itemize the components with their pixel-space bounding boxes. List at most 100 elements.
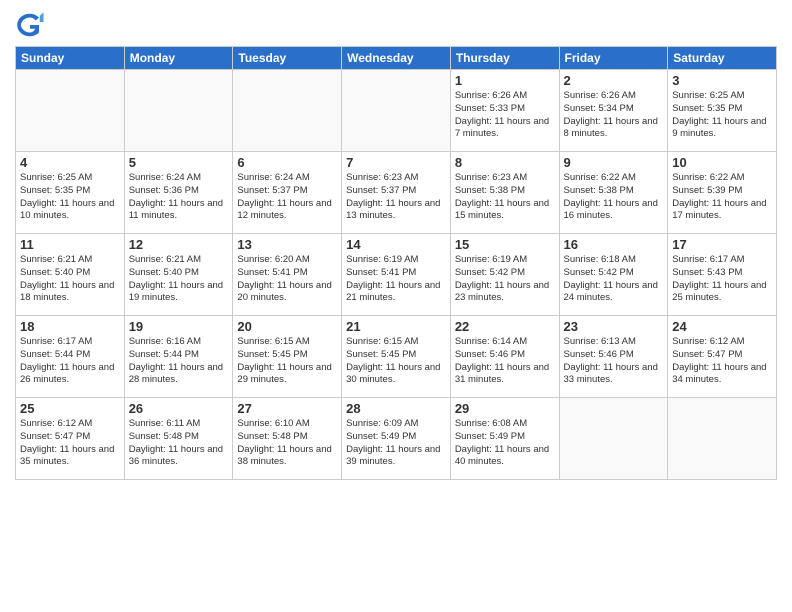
day-number: 1 — [455, 73, 555, 88]
day-number: 19 — [129, 319, 229, 334]
day-number: 5 — [129, 155, 229, 170]
week-row-3: 11 Sunrise: 6:21 AM Sunset: 5:40 PM Dayli… — [16, 234, 777, 316]
day-header-monday: Monday — [124, 47, 233, 70]
day-number: 9 — [564, 155, 664, 170]
calendar-cell: 26 Sunrise: 6:11 AM Sunset: 5:48 PM Dayli… — [124, 398, 233, 480]
calendar-cell: 7 Sunrise: 6:23 AM Sunset: 5:37 PM Daylig… — [342, 152, 451, 234]
day-info: Sunrise: 6:08 AM Sunset: 5:49 PM Dayligh… — [455, 418, 555, 469]
day-info: Sunrise: 6:09 AM Sunset: 5:49 PM Dayligh… — [346, 418, 446, 469]
calendar-cell: 27 Sunrise: 6:10 AM Sunset: 5:48 PM Dayli… — [233, 398, 342, 480]
day-info: Sunrise: 6:24 AM Sunset: 5:36 PM Dayligh… — [129, 172, 229, 223]
calendar-cell: 24 Sunrise: 6:12 AM Sunset: 5:47 PM Dayli… — [668, 316, 777, 398]
calendar-cell — [559, 398, 668, 480]
day-number: 17 — [672, 237, 772, 252]
calendar-cell — [342, 70, 451, 152]
day-info: Sunrise: 6:15 AM Sunset: 5:45 PM Dayligh… — [346, 336, 446, 387]
day-info: Sunrise: 6:13 AM Sunset: 5:46 PM Dayligh… — [564, 336, 664, 387]
day-info: Sunrise: 6:19 AM Sunset: 5:41 PM Dayligh… — [346, 254, 446, 305]
logo — [15, 10, 49, 40]
calendar-cell: 14Sunrise: 6:19 AM Sunset: 5:41 PM Dayli… — [342, 234, 451, 316]
calendar-cell — [233, 70, 342, 152]
calendar-cell: 4Sunrise: 6:25 AM Sunset: 5:35 PM Daylig… — [16, 152, 125, 234]
week-row-5: 25 Sunrise: 6:12 AM Sunset: 5:47 PM Dayli… — [16, 398, 777, 480]
day-number: 18 — [20, 319, 120, 334]
day-number: 12 — [129, 237, 229, 252]
calendar-cell: 16 Sunrise: 6:18 AM Sunset: 5:42 PM Dayli… — [559, 234, 668, 316]
day-info: Sunrise: 6:14 AM Sunset: 5:46 PM Dayligh… — [455, 336, 555, 387]
day-number: 24 — [672, 319, 772, 334]
day-info: Sunrise: 6:21 AM Sunset: 5:40 PM Dayligh… — [129, 254, 229, 305]
calendar-cell: 1 Sunrise: 6:26 AM Sunset: 5:33 PM Daylig… — [450, 70, 559, 152]
day-info: Sunrise: 6:19 AM Sunset: 5:42 PM Dayligh… — [455, 254, 555, 305]
day-number: 23 — [564, 319, 664, 334]
day-number: 13 — [237, 237, 337, 252]
day-info: Sunrise: 6:23 AM Sunset: 5:37 PM Dayligh… — [346, 172, 446, 223]
day-info: Sunrise: 6:25 AM Sunset: 5:35 PM Dayligh… — [672, 90, 772, 141]
day-number: 4 — [20, 155, 120, 170]
logo-icon — [15, 10, 45, 40]
calendar-cell: 8 Sunrise: 6:23 AM Sunset: 5:38 PM Daylig… — [450, 152, 559, 234]
day-number: 15 — [455, 237, 555, 252]
day-info: Sunrise: 6:16 AM Sunset: 5:44 PM Dayligh… — [129, 336, 229, 387]
calendar-cell: 9Sunrise: 6:22 AM Sunset: 5:38 PM Daylig… — [559, 152, 668, 234]
calendar-cell — [16, 70, 125, 152]
calendar-cell: 17 Sunrise: 6:17 AM Sunset: 5:43 PM Dayli… — [668, 234, 777, 316]
calendar-header-row: SundayMondayTuesdayWednesdayThursdayFrid… — [16, 47, 777, 70]
day-info: Sunrise: 6:17 AM Sunset: 5:44 PM Dayligh… — [20, 336, 120, 387]
day-info: Sunrise: 6:15 AM Sunset: 5:45 PM Dayligh… — [237, 336, 337, 387]
day-number: 22 — [455, 319, 555, 334]
day-info: Sunrise: 6:26 AM Sunset: 5:34 PM Dayligh… — [564, 90, 664, 141]
day-number: 6 — [237, 155, 337, 170]
day-number: 3 — [672, 73, 772, 88]
day-number: 26 — [129, 401, 229, 416]
calendar-cell: 15 Sunrise: 6:19 AM Sunset: 5:42 PM Dayli… — [450, 234, 559, 316]
day-number: 2 — [564, 73, 664, 88]
day-header-friday: Friday — [559, 47, 668, 70]
week-row-4: 18 Sunrise: 6:17 AM Sunset: 5:44 PM Dayli… — [16, 316, 777, 398]
week-row-1: 1 Sunrise: 6:26 AM Sunset: 5:33 PM Daylig… — [16, 70, 777, 152]
calendar-cell: 6Sunrise: 6:24 AM Sunset: 5:37 PM Daylig… — [233, 152, 342, 234]
day-number: 16 — [564, 237, 664, 252]
calendar: SundayMondayTuesdayWednesdayThursdayFrid… — [15, 46, 777, 480]
calendar-cell — [124, 70, 233, 152]
calendar-cell: 28Sunrise: 6:09 AM Sunset: 5:49 PM Dayli… — [342, 398, 451, 480]
day-number: 7 — [346, 155, 446, 170]
day-info: Sunrise: 6:12 AM Sunset: 5:47 PM Dayligh… — [672, 336, 772, 387]
week-row-2: 4Sunrise: 6:25 AM Sunset: 5:35 PM Daylig… — [16, 152, 777, 234]
calendar-cell — [668, 398, 777, 480]
calendar-cell: 12 Sunrise: 6:21 AM Sunset: 5:40 PM Dayli… — [124, 234, 233, 316]
calendar-cell: 11Sunrise: 6:21 AM Sunset: 5:40 PM Dayli… — [16, 234, 125, 316]
day-info: Sunrise: 6:18 AM Sunset: 5:42 PM Dayligh… — [564, 254, 664, 305]
day-number: 11 — [20, 237, 120, 252]
calendar-cell: 3 Sunrise: 6:25 AM Sunset: 5:35 PM Daylig… — [668, 70, 777, 152]
page: SundayMondayTuesdayWednesdayThursdayFrid… — [0, 0, 792, 612]
calendar-cell: 20 Sunrise: 6:15 AM Sunset: 5:45 PM Dayli… — [233, 316, 342, 398]
day-info: Sunrise: 6:20 AM Sunset: 5:41 PM Dayligh… — [237, 254, 337, 305]
day-number: 21 — [346, 319, 446, 334]
calendar-cell: 23 Sunrise: 6:13 AM Sunset: 5:46 PM Dayli… — [559, 316, 668, 398]
calendar-cell: 29Sunrise: 6:08 AM Sunset: 5:49 PM Dayli… — [450, 398, 559, 480]
calendar-cell: 25 Sunrise: 6:12 AM Sunset: 5:47 PM Dayli… — [16, 398, 125, 480]
day-number: 8 — [455, 155, 555, 170]
day-info: Sunrise: 6:23 AM Sunset: 5:38 PM Dayligh… — [455, 172, 555, 223]
day-header-sunday: Sunday — [16, 47, 125, 70]
calendar-cell: 21 Sunrise: 6:15 AM Sunset: 5:45 PM Dayli… — [342, 316, 451, 398]
day-number: 20 — [237, 319, 337, 334]
calendar-cell: 10 Sunrise: 6:22 AM Sunset: 5:39 PM Dayli… — [668, 152, 777, 234]
calendar-cell: 2 Sunrise: 6:26 AM Sunset: 5:34 PM Daylig… — [559, 70, 668, 152]
day-info: Sunrise: 6:12 AM Sunset: 5:47 PM Dayligh… — [20, 418, 120, 469]
day-number: 25 — [20, 401, 120, 416]
calendar-cell: 13 Sunrise: 6:20 AM Sunset: 5:41 PM Dayli… — [233, 234, 342, 316]
calendar-cell: 22 Sunrise: 6:14 AM Sunset: 5:46 PM Dayli… — [450, 316, 559, 398]
header — [15, 10, 777, 40]
day-header-tuesday: Tuesday — [233, 47, 342, 70]
day-info: Sunrise: 6:11 AM Sunset: 5:48 PM Dayligh… — [129, 418, 229, 469]
day-number: 10 — [672, 155, 772, 170]
day-info: Sunrise: 6:26 AM Sunset: 5:33 PM Dayligh… — [455, 90, 555, 141]
calendar-cell: 18 Sunrise: 6:17 AM Sunset: 5:44 PM Dayli… — [16, 316, 125, 398]
day-info: Sunrise: 6:22 AM Sunset: 5:39 PM Dayligh… — [672, 172, 772, 223]
day-header-saturday: Saturday — [668, 47, 777, 70]
day-number: 27 — [237, 401, 337, 416]
day-info: Sunrise: 6:17 AM Sunset: 5:43 PM Dayligh… — [672, 254, 772, 305]
day-info: Sunrise: 6:10 AM Sunset: 5:48 PM Dayligh… — [237, 418, 337, 469]
